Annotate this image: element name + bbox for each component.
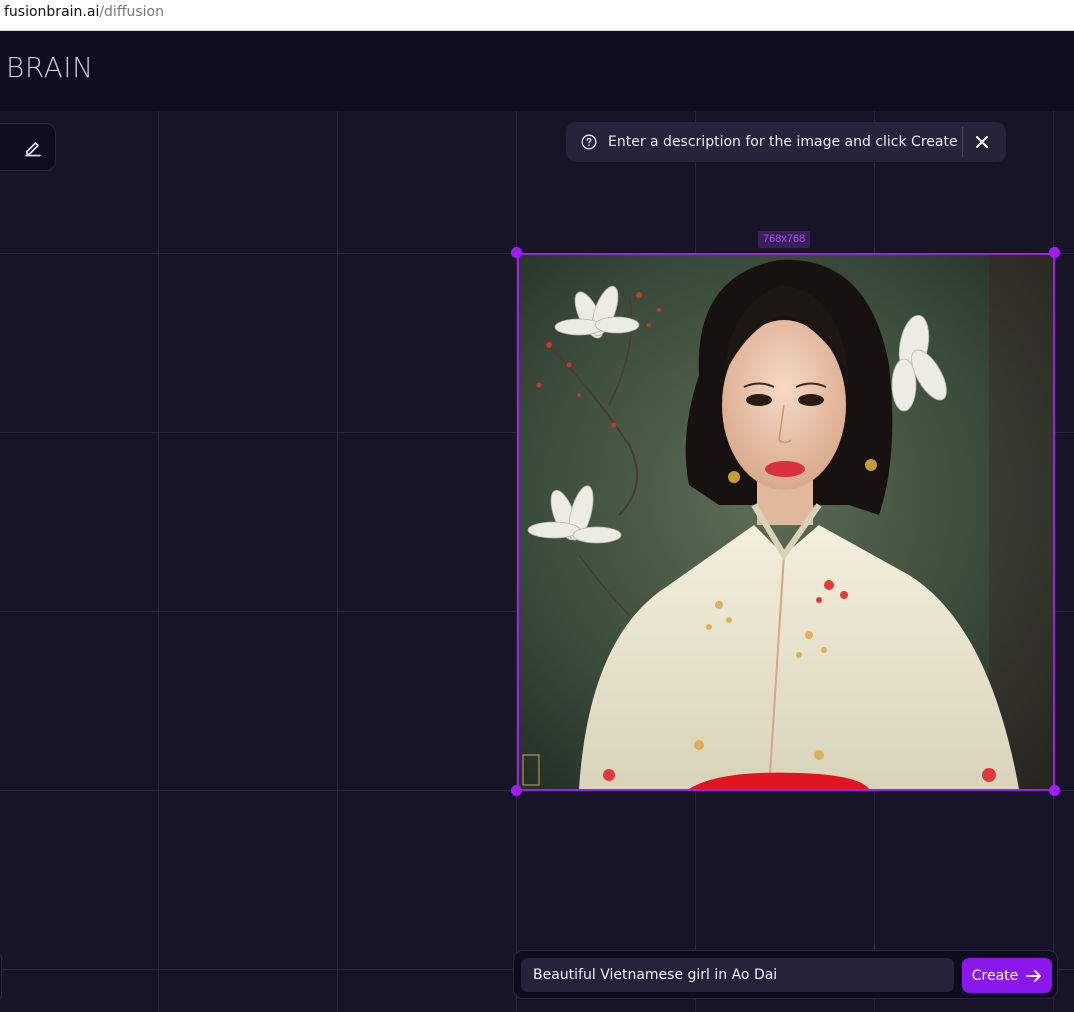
url-text[interactable]: fusionbrain.ai/diffusion bbox=[4, 4, 164, 20]
pencil-eraser-icon[interactable] bbox=[23, 137, 43, 157]
app-header: BRAIN bbox=[0, 31, 1074, 112]
arrow-right-icon bbox=[1026, 969, 1042, 982]
close-icon[interactable] bbox=[973, 133, 991, 151]
browser-url-bar[interactable]: fusionbrain.ai/diffusion bbox=[0, 0, 1074, 31]
resize-handle-bottom-left[interactable] bbox=[511, 785, 522, 796]
prompt-input[interactable] bbox=[521, 958, 954, 992]
logo[interactable]: BRAIN bbox=[6, 51, 94, 84]
hint-text: Enter a description for the image and cl… bbox=[608, 134, 958, 150]
side-panel-edge bbox=[0, 953, 2, 1001]
url-path: /diffusion bbox=[99, 4, 164, 20]
resize-handle-top-left[interactable] bbox=[511, 247, 522, 258]
selection-size-label: 768x768 bbox=[758, 231, 811, 248]
tool-panel bbox=[0, 123, 56, 171]
hint-banner: Enter a description for the image and cl… bbox=[566, 122, 1006, 162]
resize-handle-bottom-right[interactable] bbox=[1049, 785, 1060, 796]
resize-handle-top-right[interactable] bbox=[1049, 247, 1060, 258]
question-circle-icon bbox=[581, 134, 597, 150]
create-button[interactable]: Create bbox=[962, 958, 1052, 993]
create-button-label: Create bbox=[971, 967, 1019, 984]
generated-image-frame[interactable] bbox=[517, 253, 1055, 791]
generated-image bbox=[519, 255, 1053, 789]
prompt-bar: Create bbox=[513, 950, 1058, 999]
hint-divider bbox=[962, 127, 963, 157]
url-host: fusionbrain.ai bbox=[4, 4, 100, 20]
